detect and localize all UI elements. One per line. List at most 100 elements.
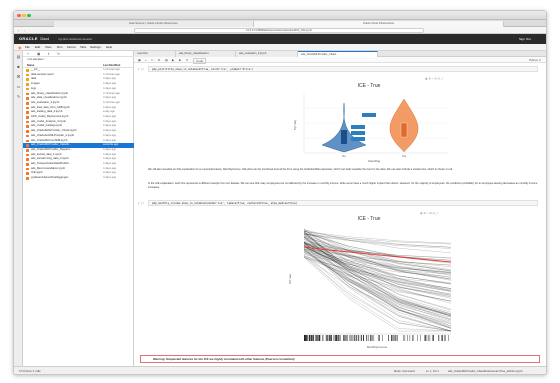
hover-label xyxy=(351,131,365,135)
plot1-ylabel: P(True) xyxy=(293,120,297,130)
left-sidebar-strip: ▤ ■ ⌘ ▭ ✎ xyxy=(14,51,23,366)
folder-icon xyxy=(26,87,29,91)
notebook-icon xyxy=(26,134,29,138)
plot1-title: ICE - True xyxy=(358,83,381,89)
mode-status: Mode: Command xyxy=(394,370,415,373)
notebook-icon xyxy=(26,125,29,129)
commands-icon[interactable]: ⌘ xyxy=(16,74,21,79)
folder-icon xyxy=(26,73,29,77)
notebook-icon xyxy=(26,163,29,166)
file-browser: + ▣ ⇪ ↻ / oci-samples / Name Last Modifi… xyxy=(23,51,134,366)
notebook-icon xyxy=(26,158,29,161)
kernel-status[interactable]: 0 5 Python 3 | Idle xyxy=(19,367,41,374)
window-titlebar xyxy=(14,11,546,20)
stop-icon[interactable]: ■ xyxy=(179,57,181,63)
x-tick-yes: Yes xyxy=(402,154,407,158)
menu-edit[interactable]: Edit xyxy=(35,44,40,51)
plot2-ylabel: P(True) xyxy=(288,274,292,284)
file-browser-toolbar: + ▣ ⇪ ↻ xyxy=(23,51,134,57)
close-window-icon[interactable] xyxy=(17,13,21,17)
menu-view[interactable]: View xyxy=(45,44,51,51)
session-title: my-first-notebook-session xyxy=(58,37,93,41)
copy-icon[interactable]: ⧉ xyxy=(158,57,160,63)
kernel-name[interactable]: Python 3 xyxy=(529,57,541,63)
folder-icon xyxy=(26,69,29,72)
forward-arrow-icon[interactable]: › xyxy=(24,27,25,34)
x-tick-no: No xyxy=(342,154,346,158)
plot2-title: ICE - True xyxy=(358,216,381,222)
sign-out-link[interactable]: Sign Out xyxy=(519,34,531,44)
markdown-paragraph: We will also visualize an ICE explanatio… xyxy=(148,168,453,171)
upload-icon[interactable]: ⇪ xyxy=(47,51,50,57)
plot-toolbar: ◉ ⊕ ⌕ ⊞ ⊟ ⤢ xyxy=(424,76,460,81)
notebook-icon xyxy=(26,177,29,180)
warning-box: Warning: Requested features for the ICE … xyxy=(140,355,540,363)
notebook-area: Launcher ads_binary_classification.i ads… xyxy=(134,51,546,366)
menu-file[interactable]: File xyxy=(25,44,30,51)
notebook-icon xyxy=(26,116,29,119)
back-arrow-icon[interactable]: ‹ xyxy=(18,27,19,34)
cell-prompt: [ ]: xyxy=(138,202,145,205)
ice-plot: ◉ ⊕ ⌕ ⊞ ⊟ ⤢ ICE - True P(True) MonthlyIn… xyxy=(269,209,469,351)
code-cell-1[interactable]: pdp_plot(title_show_in_notebook=True, ki… xyxy=(148,66,538,72)
paste-icon[interactable]: ▤ xyxy=(165,57,168,63)
cell-prompt: [ ]: xyxy=(138,68,145,71)
menu-kernel[interactable]: Kernel xyxy=(67,44,76,51)
plot2-xlabel: MonthlyIncome xyxy=(367,345,388,349)
menu-tabs[interactable]: Tabs xyxy=(80,44,86,51)
extension-icon[interactable]: ✎ xyxy=(16,94,21,99)
plot-modebar-icons[interactable]: ◉ ⊕ ⌕ ⊞ ⊟ ⤢ xyxy=(420,211,439,215)
cursor-position[interactable]: Ln 1, Col 1 xyxy=(426,367,439,374)
new-launcher-icon[interactable]: + xyxy=(27,51,29,57)
markdown-paragraph: In the ICE explanation, each line repres… xyxy=(148,182,538,189)
running-icon[interactable]: ■ xyxy=(16,64,21,69)
refresh-icon[interactable]: ↻ xyxy=(57,51,60,57)
code-cell-2[interactable]: pdp_monthly_income.show_in_notebook(mode… xyxy=(148,200,538,206)
jupyter-menubar: ◉ File Edit View Run Kernel Tabs Setting… xyxy=(14,44,546,51)
notebook-icon xyxy=(26,167,29,171)
file-row[interactable]: pysklearnHierarchicalAggregat... 4 days a… xyxy=(23,176,134,181)
current-file: ads_OracleMLProvider_ClassificationLearn… xyxy=(448,370,523,373)
menu-help[interactable]: Help xyxy=(106,44,112,51)
url-field[interactable]: 10.0.0.11:8888/lab/tree/oracle/notebooks… xyxy=(134,28,424,33)
tabs-icon[interactable]: ▭ xyxy=(16,84,21,89)
run-icon[interactable]: ▶ xyxy=(172,57,174,63)
cut-icon[interactable]: ✂ xyxy=(151,57,154,63)
new-folder-icon[interactable]: ▣ xyxy=(37,51,40,57)
warning-text: Warning: Requested features for the ICE … xyxy=(153,357,296,361)
add-cell-icon[interactable]: + xyxy=(145,57,147,63)
notebook-icon xyxy=(26,106,29,110)
hover-label xyxy=(362,113,376,117)
notebook-icon xyxy=(26,111,29,114)
notebook-icon xyxy=(26,172,29,176)
camera-icon[interactable]: ◉ ⊕ ⌕ ⊞ ⊟ ⤢ xyxy=(425,77,444,81)
violin-plot: ◉ ⊕ ⌕ ⊞ ⊟ ⤢ ICE - True P(True) No Yes Cl… xyxy=(274,75,464,163)
cell-type-select[interactable]: Code xyxy=(193,58,207,64)
breadcrumb[interactable]: / oci-samples / xyxy=(27,58,44,62)
folder-icon xyxy=(26,83,29,86)
box-right xyxy=(400,122,408,138)
notebook-icon xyxy=(26,97,29,100)
notebook-icon xyxy=(26,120,29,124)
zoom-window-icon[interactable] xyxy=(27,13,31,17)
status-bar: 0 5 Python 3 | Idle Mode: Command Ln 1, … xyxy=(14,366,546,374)
minimize-window-icon[interactable] xyxy=(22,13,26,17)
oracle-cloud-header: ORACLE Cloud my-first-notebook-session S… xyxy=(14,34,546,44)
save-icon[interactable]: ▣ xyxy=(138,57,141,63)
notebook-icon xyxy=(26,153,29,157)
restart-icon[interactable]: ↻ xyxy=(186,57,189,63)
menu-run[interactable]: Run xyxy=(57,44,63,51)
browser-tab-bar: Data Science | Oracle Cloud Infrastructu… xyxy=(14,20,546,27)
notebook-icon xyxy=(26,139,29,143)
box-left xyxy=(341,130,347,144)
oracle-logo: ORACLE xyxy=(19,36,38,41)
hover-label xyxy=(351,125,365,129)
notebook-toolbar: ▣ + ✂ ⧉ ▤ ▶ ■ ↻ Code Python 3 xyxy=(134,57,546,64)
plot1-xlabel: ClassFlag xyxy=(368,159,381,163)
notebook-icon xyxy=(26,148,29,152)
file-name: pysklearnHierarchicalAggregat... xyxy=(31,176,70,180)
file-modified: 4 days ago xyxy=(103,176,117,180)
notebook-icon xyxy=(26,144,29,147)
menu-settings[interactable]: Settings xyxy=(90,44,101,51)
folder-icon[interactable]: ▤ xyxy=(16,54,21,59)
